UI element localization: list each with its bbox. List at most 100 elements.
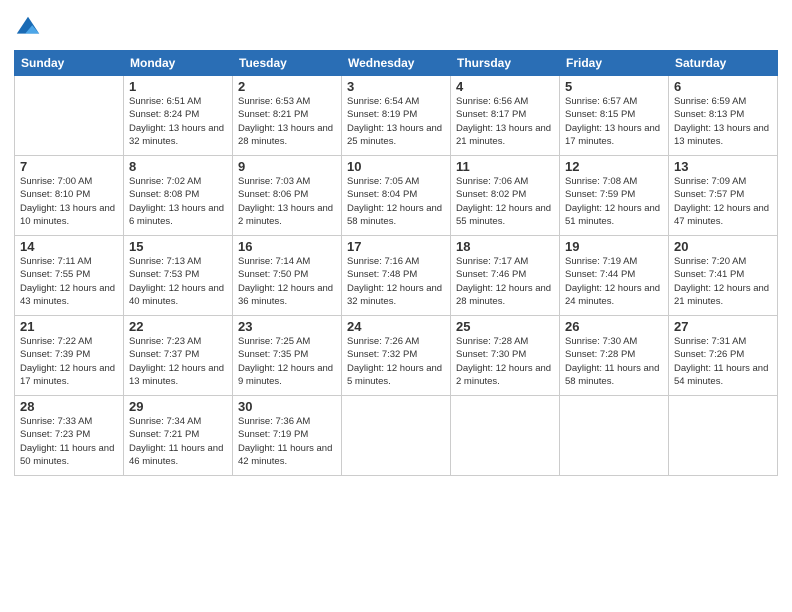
day-info: Sunrise: 7:19 AMSunset: 7:44 PMDaylight:… — [565, 255, 663, 308]
day-number: 25 — [456, 319, 554, 334]
day-info: Sunrise: 7:13 AMSunset: 7:53 PMDaylight:… — [129, 255, 227, 308]
day-info: Sunrise: 7:31 AMSunset: 7:26 PMDaylight:… — [674, 335, 772, 388]
weekday-header-friday: Friday — [560, 51, 669, 76]
day-info: Sunrise: 7:16 AMSunset: 7:48 PMDaylight:… — [347, 255, 445, 308]
calendar-cell: 13Sunrise: 7:09 AMSunset: 7:57 PMDayligh… — [669, 156, 778, 236]
day-info: Sunrise: 7:34 AMSunset: 7:21 PMDaylight:… — [129, 415, 227, 468]
calendar-cell — [669, 396, 778, 476]
logo — [14, 14, 44, 42]
day-number: 16 — [238, 239, 336, 254]
calendar-cell: 11Sunrise: 7:06 AMSunset: 8:02 PMDayligh… — [451, 156, 560, 236]
calendar-cell: 23Sunrise: 7:25 AMSunset: 7:35 PMDayligh… — [233, 316, 342, 396]
day-number: 15 — [129, 239, 227, 254]
calendar-cell: 14Sunrise: 7:11 AMSunset: 7:55 PMDayligh… — [15, 236, 124, 316]
day-info: Sunrise: 6:56 AMSunset: 8:17 PMDaylight:… — [456, 95, 554, 148]
calendar-cell: 1Sunrise: 6:51 AMSunset: 8:24 PMDaylight… — [124, 76, 233, 156]
calendar-cell: 19Sunrise: 7:19 AMSunset: 7:44 PMDayligh… — [560, 236, 669, 316]
calendar-cell: 24Sunrise: 7:26 AMSunset: 7:32 PMDayligh… — [342, 316, 451, 396]
day-info: Sunrise: 7:28 AMSunset: 7:30 PMDaylight:… — [456, 335, 554, 388]
calendar-cell: 4Sunrise: 6:56 AMSunset: 8:17 PMDaylight… — [451, 76, 560, 156]
calendar-cell: 28Sunrise: 7:33 AMSunset: 7:23 PMDayligh… — [15, 396, 124, 476]
calendar-cell: 30Sunrise: 7:36 AMSunset: 7:19 PMDayligh… — [233, 396, 342, 476]
calendar-cell: 15Sunrise: 7:13 AMSunset: 7:53 PMDayligh… — [124, 236, 233, 316]
header — [14, 10, 778, 42]
day-number: 14 — [20, 239, 118, 254]
day-info: Sunrise: 7:06 AMSunset: 8:02 PMDaylight:… — [456, 175, 554, 228]
calendar-cell: 10Sunrise: 7:05 AMSunset: 8:04 PMDayligh… — [342, 156, 451, 236]
calendar-cell: 3Sunrise: 6:54 AMSunset: 8:19 PMDaylight… — [342, 76, 451, 156]
day-info: Sunrise: 7:33 AMSunset: 7:23 PMDaylight:… — [20, 415, 118, 468]
calendar-cell: 26Sunrise: 7:30 AMSunset: 7:28 PMDayligh… — [560, 316, 669, 396]
day-number: 23 — [238, 319, 336, 334]
calendar-cell: 25Sunrise: 7:28 AMSunset: 7:30 PMDayligh… — [451, 316, 560, 396]
day-info: Sunrise: 7:30 AMSunset: 7:28 PMDaylight:… — [565, 335, 663, 388]
calendar-cell: 18Sunrise: 7:17 AMSunset: 7:46 PMDayligh… — [451, 236, 560, 316]
day-number: 1 — [129, 79, 227, 94]
calendar-cell — [15, 76, 124, 156]
day-info: Sunrise: 7:11 AMSunset: 7:55 PMDaylight:… — [20, 255, 118, 308]
day-number: 8 — [129, 159, 227, 174]
weekday-header-sunday: Sunday — [15, 51, 124, 76]
calendar-cell: 5Sunrise: 6:57 AMSunset: 8:15 PMDaylight… — [560, 76, 669, 156]
page: SundayMondayTuesdayWednesdayThursdayFrid… — [0, 0, 792, 612]
calendar-cell — [342, 396, 451, 476]
day-info: Sunrise: 7:00 AMSunset: 8:10 PMDaylight:… — [20, 175, 118, 228]
day-number: 27 — [674, 319, 772, 334]
week-row-2: 7Sunrise: 7:00 AMSunset: 8:10 PMDaylight… — [15, 156, 778, 236]
day-number: 22 — [129, 319, 227, 334]
week-row-1: 1Sunrise: 6:51 AMSunset: 8:24 PMDaylight… — [15, 76, 778, 156]
calendar-cell: 6Sunrise: 6:59 AMSunset: 8:13 PMDaylight… — [669, 76, 778, 156]
day-info: Sunrise: 6:53 AMSunset: 8:21 PMDaylight:… — [238, 95, 336, 148]
calendar-cell: 17Sunrise: 7:16 AMSunset: 7:48 PMDayligh… — [342, 236, 451, 316]
calendar-cell: 20Sunrise: 7:20 AMSunset: 7:41 PMDayligh… — [669, 236, 778, 316]
day-number: 13 — [674, 159, 772, 174]
day-number: 3 — [347, 79, 445, 94]
day-number: 17 — [347, 239, 445, 254]
week-row-3: 14Sunrise: 7:11 AMSunset: 7:55 PMDayligh… — [15, 236, 778, 316]
day-info: Sunrise: 7:05 AMSunset: 8:04 PMDaylight:… — [347, 175, 445, 228]
day-number: 28 — [20, 399, 118, 414]
day-info: Sunrise: 7:03 AMSunset: 8:06 PMDaylight:… — [238, 175, 336, 228]
day-number: 2 — [238, 79, 336, 94]
day-number: 21 — [20, 319, 118, 334]
calendar-cell: 2Sunrise: 6:53 AMSunset: 8:21 PMDaylight… — [233, 76, 342, 156]
day-info: Sunrise: 6:59 AMSunset: 8:13 PMDaylight:… — [674, 95, 772, 148]
calendar-cell: 8Sunrise: 7:02 AMSunset: 8:08 PMDaylight… — [124, 156, 233, 236]
day-info: Sunrise: 7:17 AMSunset: 7:46 PMDaylight:… — [456, 255, 554, 308]
day-number: 5 — [565, 79, 663, 94]
day-number: 26 — [565, 319, 663, 334]
week-row-5: 28Sunrise: 7:33 AMSunset: 7:23 PMDayligh… — [15, 396, 778, 476]
day-info: Sunrise: 7:20 AMSunset: 7:41 PMDaylight:… — [674, 255, 772, 308]
day-number: 6 — [674, 79, 772, 94]
calendar-cell: 27Sunrise: 7:31 AMSunset: 7:26 PMDayligh… — [669, 316, 778, 396]
calendar-cell: 29Sunrise: 7:34 AMSunset: 7:21 PMDayligh… — [124, 396, 233, 476]
day-info: Sunrise: 7:22 AMSunset: 7:39 PMDaylight:… — [20, 335, 118, 388]
calendar-cell: 22Sunrise: 7:23 AMSunset: 7:37 PMDayligh… — [124, 316, 233, 396]
day-number: 18 — [456, 239, 554, 254]
weekday-header-monday: Monday — [124, 51, 233, 76]
day-number: 20 — [674, 239, 772, 254]
day-info: Sunrise: 7:14 AMSunset: 7:50 PMDaylight:… — [238, 255, 336, 308]
weekday-header-thursday: Thursday — [451, 51, 560, 76]
weekday-header-saturday: Saturday — [669, 51, 778, 76]
calendar: SundayMondayTuesdayWednesdayThursdayFrid… — [14, 50, 778, 476]
day-number: 24 — [347, 319, 445, 334]
day-info: Sunrise: 7:09 AMSunset: 7:57 PMDaylight:… — [674, 175, 772, 228]
day-info: Sunrise: 6:54 AMSunset: 8:19 PMDaylight:… — [347, 95, 445, 148]
day-number: 11 — [456, 159, 554, 174]
calendar-cell: 21Sunrise: 7:22 AMSunset: 7:39 PMDayligh… — [15, 316, 124, 396]
calendar-cell — [560, 396, 669, 476]
day-info: Sunrise: 6:57 AMSunset: 8:15 PMDaylight:… — [565, 95, 663, 148]
logo-icon — [14, 14, 42, 42]
calendar-cell: 12Sunrise: 7:08 AMSunset: 7:59 PMDayligh… — [560, 156, 669, 236]
day-number: 10 — [347, 159, 445, 174]
weekday-header-tuesday: Tuesday — [233, 51, 342, 76]
day-number: 4 — [456, 79, 554, 94]
day-number: 30 — [238, 399, 336, 414]
day-info: Sunrise: 7:26 AMSunset: 7:32 PMDaylight:… — [347, 335, 445, 388]
calendar-cell: 7Sunrise: 7:00 AMSunset: 8:10 PMDaylight… — [15, 156, 124, 236]
day-info: Sunrise: 7:08 AMSunset: 7:59 PMDaylight:… — [565, 175, 663, 228]
calendar-cell: 9Sunrise: 7:03 AMSunset: 8:06 PMDaylight… — [233, 156, 342, 236]
weekday-header-row: SundayMondayTuesdayWednesdayThursdayFrid… — [15, 51, 778, 76]
day-number: 9 — [238, 159, 336, 174]
